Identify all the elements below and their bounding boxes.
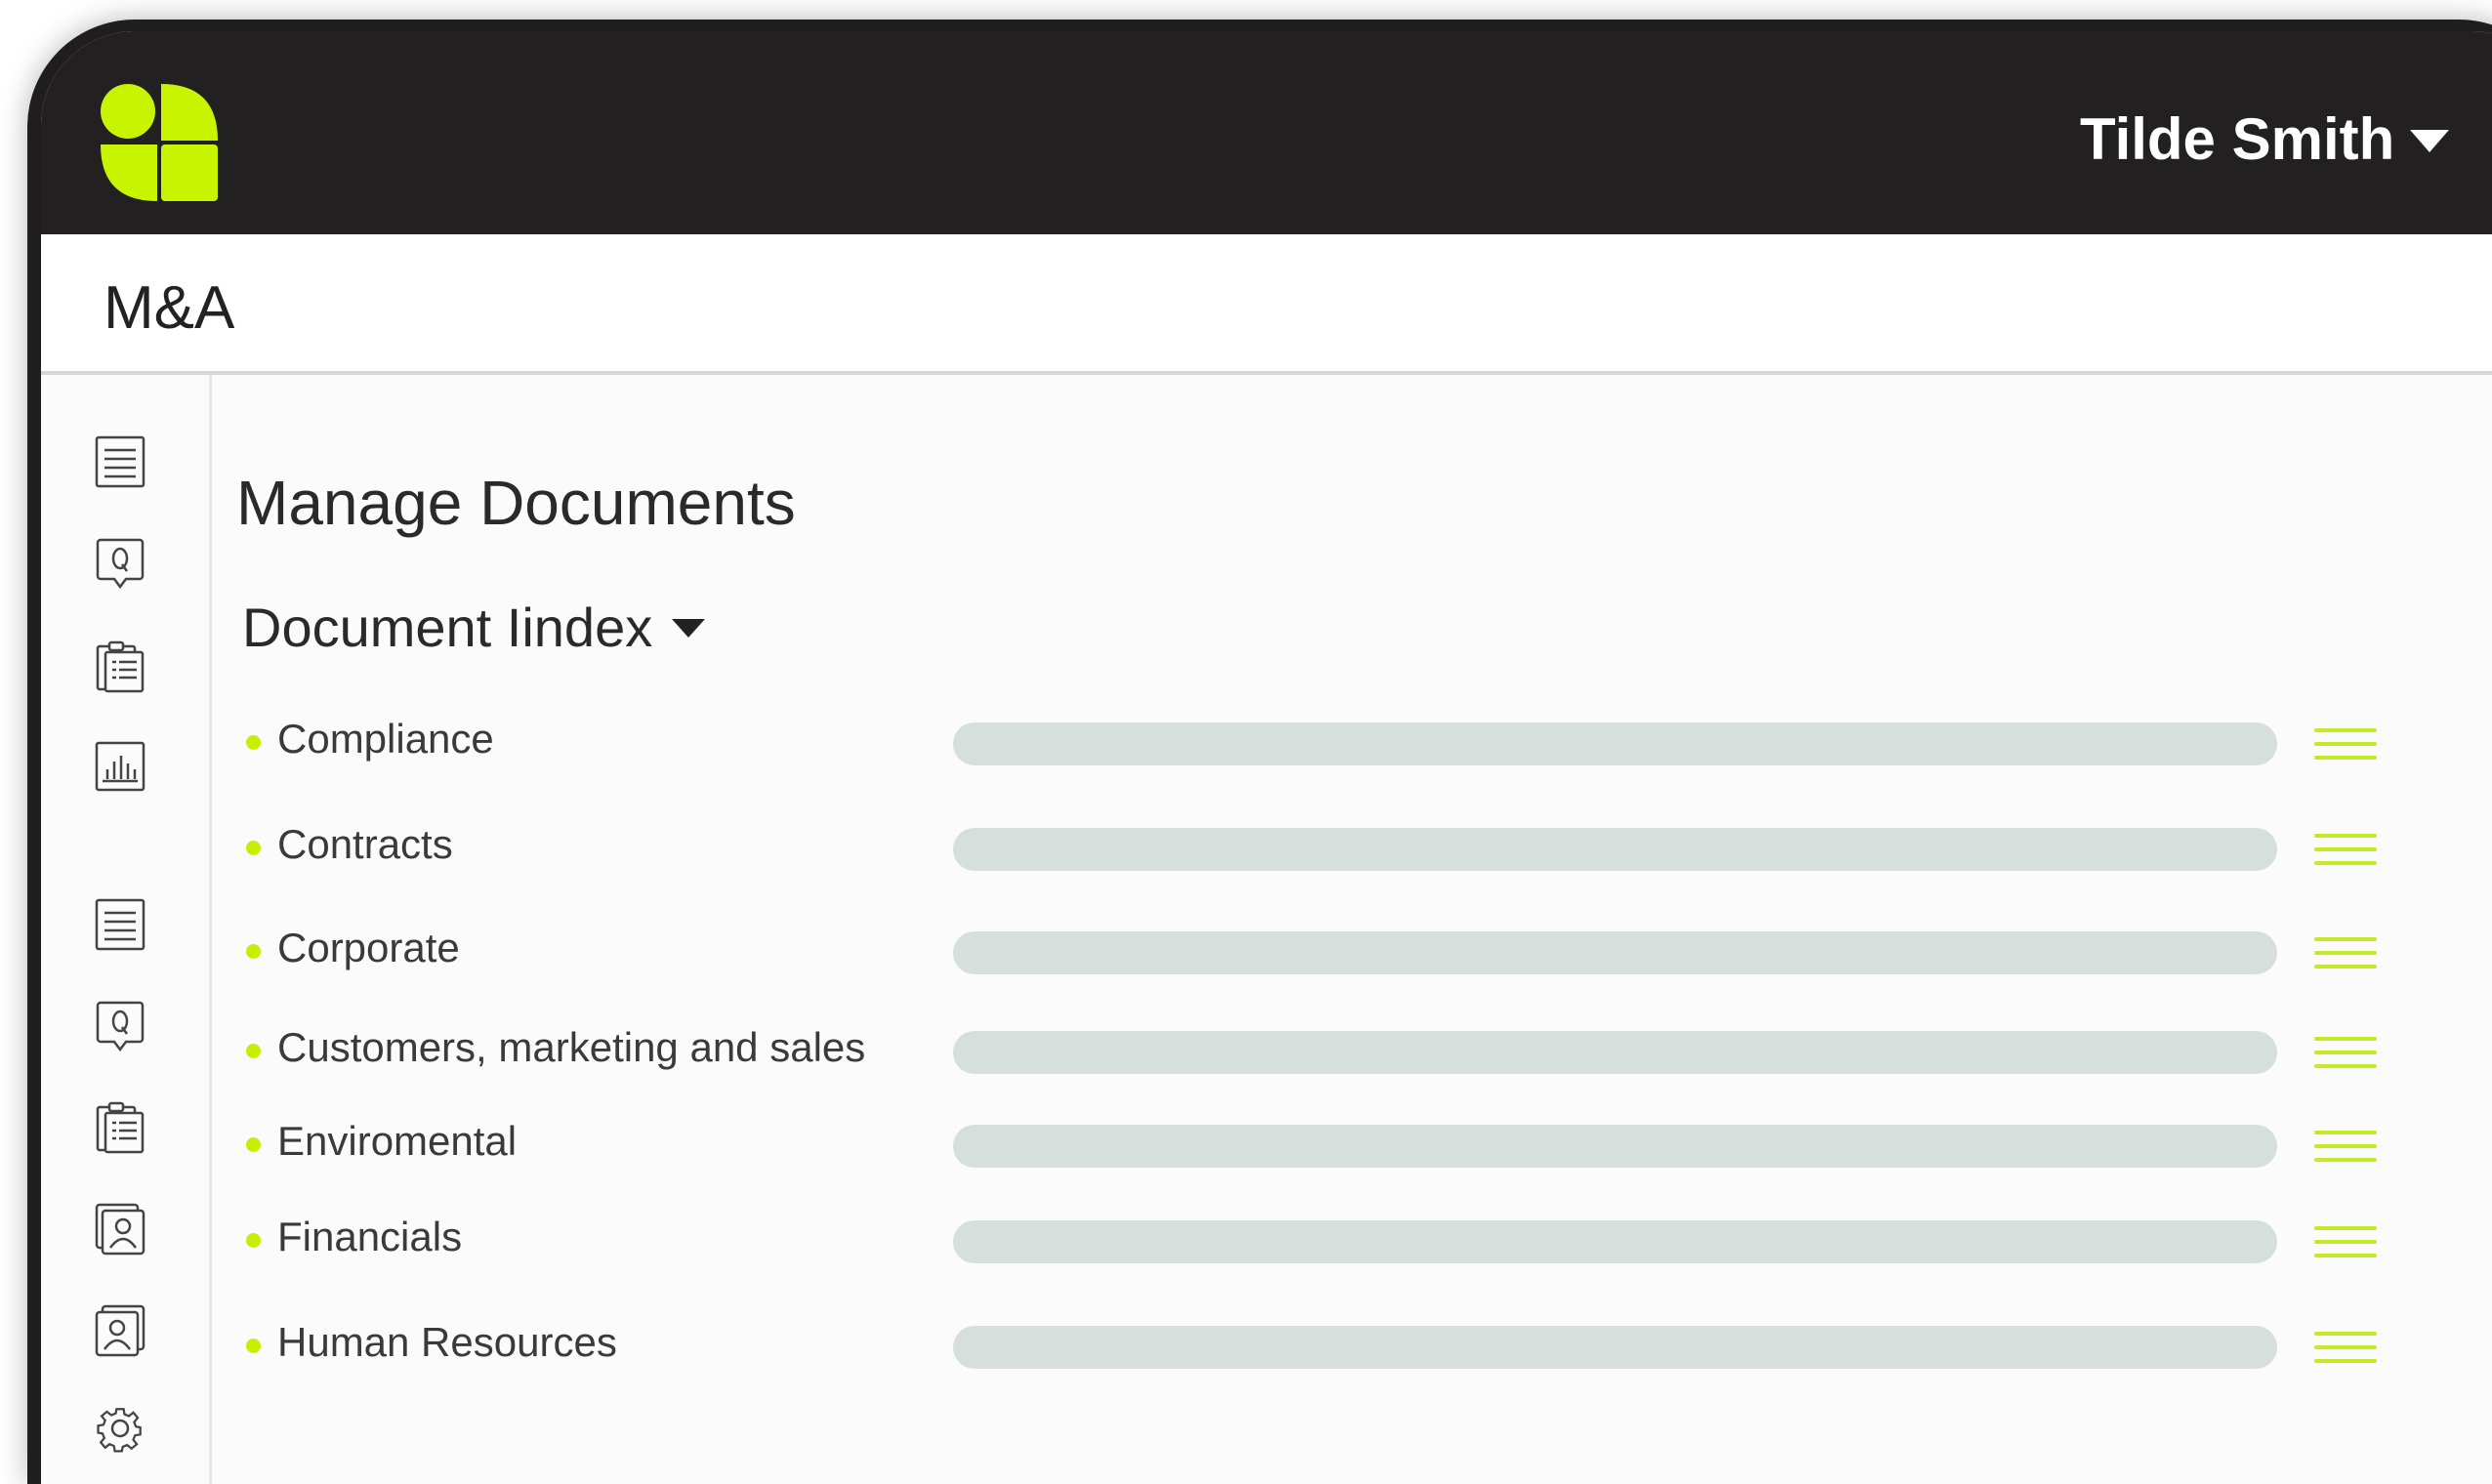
document-label: Customers, marketing and sales: [277, 1024, 866, 1070]
bullet-icon: [246, 944, 261, 959]
document-bar: [953, 1326, 2277, 1369]
document-label: Financials: [277, 1214, 463, 1259]
workspace-title: M&A: [104, 274, 235, 342]
four-leaf-logo-icon: [101, 84, 218, 201]
document-index-label: Document Iindex: [242, 597, 653, 658]
bullet-icon: [246, 1137, 261, 1152]
drag-handle-icon[interactable]: [2314, 1035, 2377, 1070]
drag-handle-icon[interactable]: [2314, 1129, 2377, 1164]
qa-icon: [96, 538, 145, 590]
document-row-compliance[interactable]: Compliance: [0, 703, 2492, 781]
document-bar: [953, 722, 2277, 765]
document-label: Contracts: [277, 821, 453, 867]
document-bar: [953, 931, 2277, 974]
document-label: Compliance: [277, 716, 494, 762]
top-bar: Tilde Smith: [41, 31, 2492, 234]
bullet-icon: [246, 1044, 261, 1058]
sub-header: M&A: [41, 234, 2492, 375]
document-row-customers-marketing-sales[interactable]: Customers, marketing and sales: [0, 1011, 2492, 1090]
document-label: Corporate: [277, 925, 460, 970]
document-label: Enviromental: [277, 1118, 518, 1164]
gear-icon: [97, 1408, 142, 1453]
document-row-human-resources[interactable]: Human Resources: [0, 1306, 2492, 1384]
caret-down-icon: [2410, 129, 2450, 152]
app-logo[interactable]: [101, 84, 218, 201]
document-row-corporate[interactable]: Corporate: [0, 912, 2492, 990]
document-row-enviromental[interactable]: Enviromental: [0, 1105, 2492, 1183]
user-menu[interactable]: Tilde Smith: [2080, 100, 2450, 178]
sidebar-item-settings[interactable]: [95, 1402, 145, 1455]
bullet-icon: [246, 841, 261, 855]
bullet-icon: [246, 735, 261, 750]
sidebar-item-documents[interactable]: [95, 435, 145, 488]
drag-handle-icon[interactable]: [2314, 726, 2377, 762]
document-bar: [953, 1031, 2277, 1074]
caret-down-icon: [672, 619, 706, 638]
sidebar-item-qa[interactable]: [95, 537, 145, 590]
sidebar-item-clipboard[interactable]: [95, 640, 145, 693]
document-bar: [953, 828, 2277, 871]
drag-handle-icon[interactable]: [2314, 1330, 2377, 1365]
drag-handle-icon[interactable]: [2314, 1224, 2377, 1259]
bullet-icon: [246, 1339, 261, 1353]
document-row-financials[interactable]: Financials: [0, 1201, 2492, 1279]
document-list-icon: [95, 435, 145, 488]
drag-handle-icon[interactable]: [2314, 832, 2377, 867]
document-index-dropdown[interactable]: Document Iindex: [242, 596, 706, 659]
drag-handle-icon[interactable]: [2314, 935, 2377, 970]
document-label: Human Resources: [277, 1319, 617, 1365]
document-bar: [953, 1125, 2277, 1168]
document-row-contracts[interactable]: Contracts: [0, 808, 2492, 886]
page-title: Manage Documents: [236, 468, 796, 538]
bullet-icon: [246, 1233, 261, 1248]
clipboard-icon: [96, 640, 145, 693]
user-name: Tilde Smith: [2080, 105, 2395, 172]
document-bar: [953, 1220, 2277, 1263]
